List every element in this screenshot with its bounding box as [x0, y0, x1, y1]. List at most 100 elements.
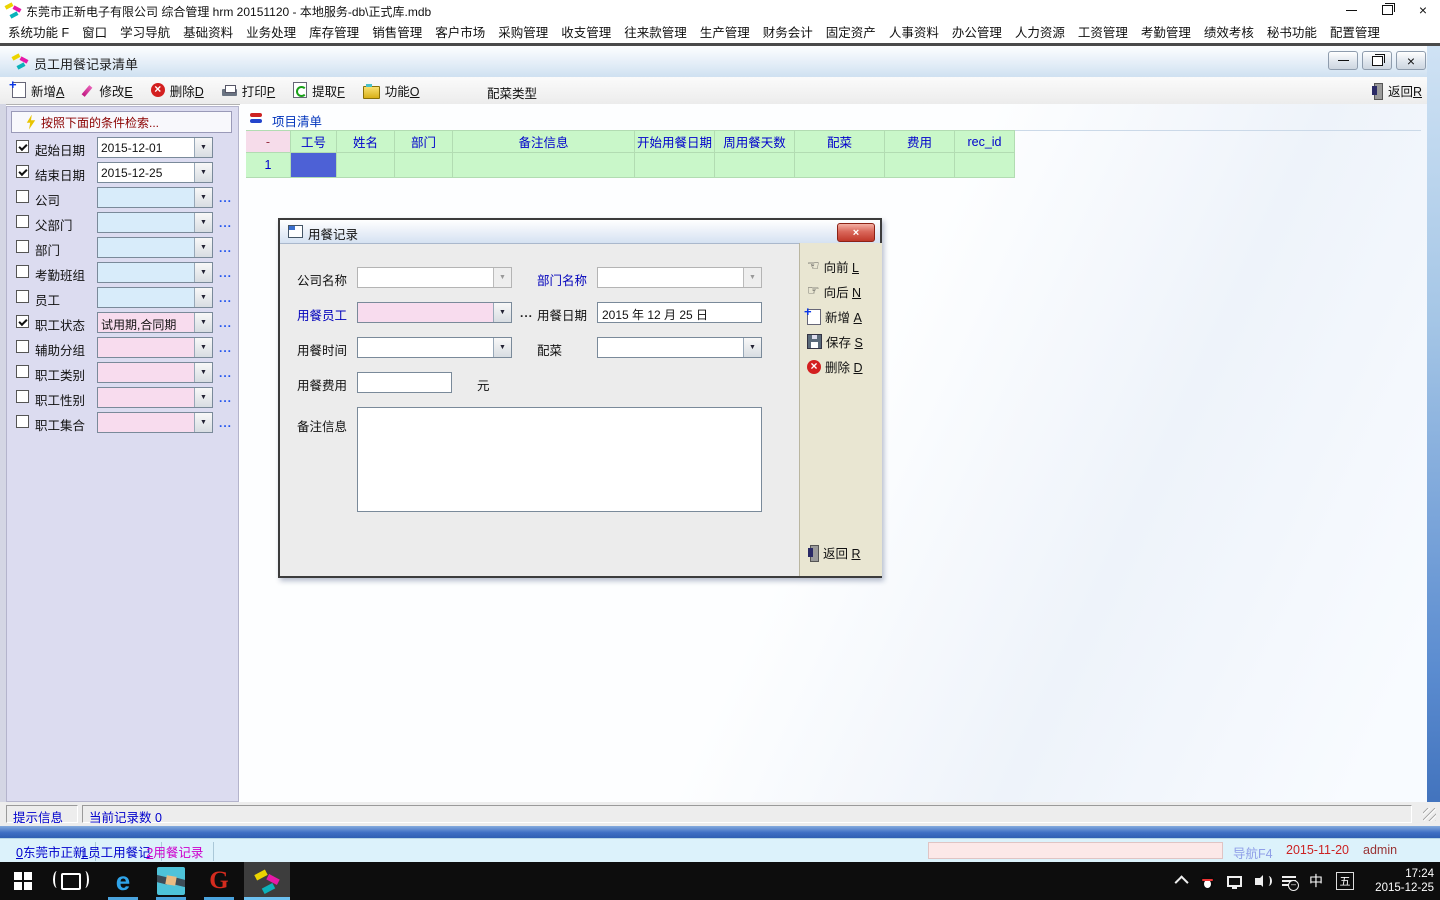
grid-header-cell[interactable]: 姓名	[337, 130, 395, 153]
menu-item[interactable]: 系统功能 F	[8, 22, 69, 41]
search-combo[interactable]: 试用期,合同期▼	[97, 312, 213, 333]
grid-cell[interactable]	[635, 153, 715, 178]
more-button[interactable]: ...	[219, 216, 232, 230]
toolbar-button-A[interactable]: 新增A	[12, 81, 64, 100]
menu-item[interactable]: 固定资产	[826, 22, 876, 41]
search-combo[interactable]: ▼	[97, 237, 213, 258]
qq-icon[interactable]	[1201, 873, 1214, 889]
grid-header-cell[interactable]: 工号	[291, 130, 337, 153]
search-combo[interactable]: ▼	[97, 387, 213, 408]
taskbar-hrm-app-button[interactable]	[244, 862, 290, 900]
menu-item[interactable]: 绩效考核	[1204, 22, 1254, 41]
start-button[interactable]	[0, 862, 46, 900]
grid-header-cell[interactable]: 部门	[395, 130, 453, 153]
checkbox[interactable]	[16, 390, 29, 403]
checkbox[interactable]	[16, 290, 29, 303]
checkbox[interactable]	[16, 165, 29, 178]
search-combo[interactable]: ▼	[97, 287, 213, 308]
dialog-button-L[interactable]: ☜向前 L	[807, 257, 859, 276]
dialog-button-D[interactable]: 删除 D	[807, 357, 863, 376]
notification-icon[interactable]	[1282, 875, 1296, 887]
checkbox[interactable]	[16, 265, 29, 278]
dialog-close-button[interactable]: ×	[837, 223, 875, 242]
menu-item[interactable]: 学习导航	[120, 22, 170, 41]
checkbox[interactable]	[16, 215, 29, 228]
task-view-button[interactable]	[48, 862, 94, 900]
window-close-button[interactable]: ×	[1406, 0, 1440, 20]
more-button[interactable]: ...	[219, 191, 232, 205]
search-combo[interactable]: ▼	[97, 362, 213, 383]
more-button[interactable]: ...	[219, 366, 232, 380]
search-combo[interactable]: ▼	[97, 337, 213, 358]
taskbar-meeting-app-button[interactable]	[148, 862, 194, 900]
grid-header-cell[interactable]: -	[246, 130, 291, 153]
taskbar-g-app-button[interactable]: G	[196, 862, 242, 900]
window-minimize-button[interactable]	[1334, 0, 1368, 20]
checkbox[interactable]	[16, 415, 29, 428]
more-button[interactable]: ...	[219, 291, 232, 305]
menu-item[interactable]: 考勤管理	[1141, 22, 1191, 41]
grid-cell[interactable]	[885, 153, 955, 178]
grid-header-cell[interactable]: 开始用餐日期	[635, 130, 715, 153]
menu-item[interactable]: 销售管理	[372, 22, 422, 41]
nav-f4-label[interactable]: 导航F4	[1233, 843, 1273, 862]
taskbar-edge-button[interactable]: e	[100, 862, 146, 900]
menu-item[interactable]: 基础资料	[183, 22, 233, 41]
menu-item[interactable]: 财务会计	[763, 22, 813, 41]
more-button[interactable]: ...	[219, 241, 232, 255]
dialog-button-N[interactable]: ☞向后 N	[807, 282, 861, 301]
toolbar-button-F[interactable]: 提取F	[293, 81, 345, 100]
search-combo[interactable]: ▼	[97, 262, 213, 283]
toolbar-button-O[interactable]: 功能O	[363, 81, 420, 100]
search-combo[interactable]: 2015-12-25▼	[97, 162, 213, 183]
checkbox[interactable]	[16, 140, 29, 153]
search-combo[interactable]: ▼	[97, 187, 213, 208]
menu-item[interactable]: 秘书功能	[1267, 22, 1317, 41]
menu-item[interactable]: 往来款管理	[624, 22, 687, 41]
volume-icon[interactable]	[1255, 878, 1261, 885]
grid-cell[interactable]	[795, 153, 885, 178]
dialog-button-S[interactable]: 保存 S	[807, 332, 863, 351]
dialog-return-button[interactable]: 返回 R	[807, 543, 861, 562]
meal-date-input[interactable]: 2015 年 12 月 25 日	[597, 302, 762, 323]
grid-cell[interactable]	[955, 153, 1015, 178]
dialog-button-A[interactable]: 新增 A	[807, 307, 862, 326]
menu-item[interactable]: 办公管理	[952, 22, 1002, 41]
search-combo[interactable]: ▼	[97, 412, 213, 433]
dish-combo[interactable]: ▼	[597, 337, 762, 358]
grid-cell[interactable]: 1	[246, 153, 291, 178]
grid-header-cell[interactable]: 配菜	[795, 130, 885, 153]
grid-cell[interactable]	[715, 153, 795, 178]
taskbar-clock[interactable]: 17:24 2015-12-25	[1375, 867, 1434, 895]
meal-fee-input[interactable]	[357, 372, 452, 393]
more-button[interactable]: ...	[219, 416, 232, 430]
toolbar-button-D[interactable]: 删除D	[151, 81, 204, 100]
ime-mode-indicator[interactable]: 五	[1336, 872, 1354, 890]
menu-item[interactable]: 业务处理	[246, 22, 296, 41]
menu-item[interactable]: 客户市场	[435, 22, 485, 41]
search-combo[interactable]: ▼	[97, 212, 213, 233]
menu-item[interactable]: 人事资料	[889, 22, 939, 41]
toolbar-button-P[interactable]: 打印P	[222, 81, 275, 100]
grid-cell[interactable]	[395, 153, 453, 178]
grid-header-cell[interactable]: 费用	[885, 130, 955, 153]
tray-expand-icon[interactable]	[1175, 875, 1189, 889]
search-combo[interactable]: 2015-12-01▼	[97, 137, 213, 158]
note-textarea[interactable]	[357, 407, 762, 512]
menu-item[interactable]: 窗口	[82, 22, 107, 41]
child-minimize-button[interactable]	[1328, 51, 1358, 70]
checkbox[interactable]	[16, 315, 29, 328]
network-icon[interactable]	[1227, 876, 1242, 887]
app-window-item[interactable]: 2用餐记录	[136, 842, 214, 861]
grid-cell[interactable]	[291, 153, 337, 178]
grid-header-cell[interactable]: 备注信息	[453, 130, 635, 153]
employee-combo[interactable]: ▼	[357, 302, 512, 323]
checkbox[interactable]	[16, 240, 29, 253]
employee-more-button[interactable]: ...	[520, 306, 533, 320]
more-button[interactable]: ...	[219, 391, 232, 405]
more-button[interactable]: ...	[219, 316, 232, 330]
resize-grip[interactable]	[1423, 808, 1436, 821]
menu-item[interactable]: 采购管理	[498, 22, 548, 41]
menu-item[interactable]: 生产管理	[700, 22, 750, 41]
more-button[interactable]: ...	[219, 266, 232, 280]
